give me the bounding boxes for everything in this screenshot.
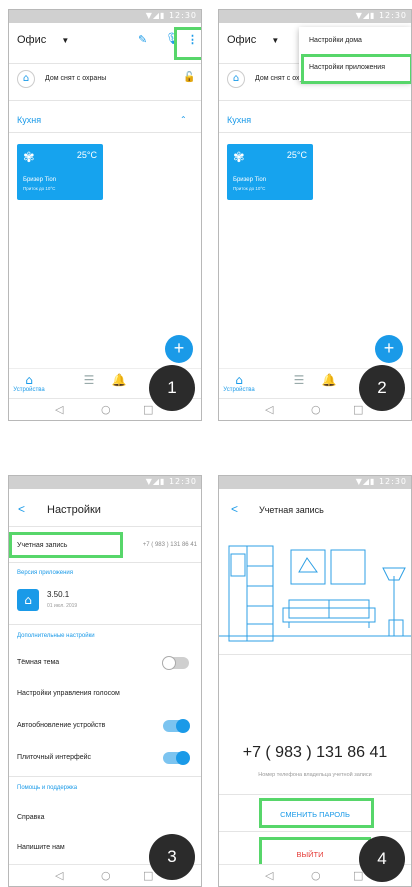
status-bar: ▼◢▮ 12:30 (9, 476, 201, 489)
tile-ui-label: Плиточный интерфейс (17, 754, 92, 761)
highlight-more-menu (174, 27, 201, 60)
device-tile[interactable]: ✾ 25°C Бризер Tion Приток до 10°C (17, 144, 103, 200)
help-row[interactable]: Справка (17, 814, 193, 821)
auto-update-label: Автообновление устройств (17, 722, 106, 729)
room-title: Кухня (227, 115, 252, 125)
bell-icon: 🔔 (111, 373, 127, 387)
tab-devices-label: Устройства (13, 387, 45, 393)
settings-title: Настройки (47, 504, 101, 516)
home-nav-icon[interactable]: ○ (311, 403, 321, 416)
step-badge-2: 2 (359, 365, 405, 411)
status-bar: ▼◢▮ 12:30 (219, 476, 411, 489)
recents-icon[interactable]: □ (143, 869, 153, 882)
chevron-down-icon: ▼ (271, 36, 280, 45)
home-title: Офис (17, 34, 47, 46)
tab-devices-label: Устройства (223, 387, 255, 393)
auto-update-row[interactable]: Автообновление устройств (17, 719, 193, 733)
back-arrow-icon[interactable]: < (18, 502, 25, 516)
highlight-change-password (259, 798, 374, 828)
menu-item-home-settings[interactable]: Настройки дома (299, 27, 411, 54)
screen-2: ▼◢▮ 12:30 Офис ▼ ⌂ Дом снят с охраны Кух… (218, 9, 412, 421)
tile-ui-row[interactable]: Плиточный интерфейс (17, 751, 193, 765)
tile-sub: Приток до 10°C (23, 186, 56, 191)
dark-theme-label: Тёмная тема (17, 659, 60, 666)
tile-name: Бризер Tion (233, 177, 267, 183)
back-arrow-icon[interactable]: < (231, 502, 238, 516)
status-icons: ▼◢▮ 12:30 (145, 11, 197, 20)
account-title: Учетная запись (259, 505, 324, 515)
status-bar: ▼◢▮ 12:30 (219, 10, 411, 23)
add-button[interactable]: + (375, 335, 403, 363)
back-icon[interactable]: ◁ (265, 869, 273, 882)
app-logo: ⌂ (17, 589, 39, 611)
back-icon[interactable]: ◁ (55, 869, 63, 882)
screen-4: ▼◢▮ 12:30 < Учетная запись +7 ( 983 ) 13… (218, 475, 412, 887)
app-version-date: 01 июл. 2019 (47, 603, 78, 609)
home-icon: ⌂ (17, 70, 35, 88)
auto-update-toggle[interactable] (163, 719, 190, 733)
bell-icon: 🔔 (321, 373, 337, 387)
recents-icon[interactable]: □ (143, 403, 153, 416)
tab-devices[interactable]: ⌂ Устройства (9, 373, 49, 393)
step-badge-1: 1 (149, 365, 195, 411)
back-icon[interactable]: ◁ (265, 403, 273, 416)
help-section: Помощь и поддержка (17, 785, 78, 791)
write-us-label: Напишите нам (17, 844, 65, 851)
room-title: Кухня (17, 115, 42, 125)
tab-notifications[interactable]: 🔔 (309, 373, 349, 387)
home-selector[interactable]: Офис ▼ (227, 34, 279, 46)
tab-notifications[interactable]: 🔔 (99, 373, 139, 387)
account-phone: +7 ( 983 ) 131 86 41 (142, 542, 197, 548)
step-badge-4: 4 (359, 836, 405, 882)
status-icons: ▼◢▮ 12:30 (355, 11, 407, 20)
voice-settings-label: Настройки управления голосом (17, 690, 120, 697)
voice-settings-row[interactable]: Настройки управления голосом (17, 690, 193, 697)
back-icon[interactable]: ◁ (55, 403, 63, 416)
tile-ui-toggle[interactable] (163, 751, 190, 765)
fan-icon: ✾ (23, 150, 35, 166)
screen-3: ▼◢▮ 12:30 < Настройки Учетная запись +7 … (8, 475, 202, 887)
status-icons: ▼◢▮ 12:30 (355, 477, 407, 486)
phone-caption: Номер телефона владельца учетной записи (258, 772, 372, 778)
tab-devices[interactable]: ⌂ Устройства (219, 373, 259, 393)
chevron-down-icon: ▼ (61, 36, 70, 45)
home-selector[interactable]: Офис ▼ (17, 34, 69, 46)
tile-name: Бризер Tion (23, 177, 57, 183)
status-bar: ▼◢▮ 12:30 (9, 10, 201, 23)
app-version: 3.50.1 (47, 590, 70, 599)
add-button[interactable]: + (165, 335, 193, 363)
screen-1: ▼◢▮ 12:30 Офис ▼ ✎ 🎙 ⋮ ⌂ Дом снят с охра… (8, 9, 202, 421)
tile-temp: 25°C (286, 150, 307, 160)
edit-icon[interactable]: ✎ (138, 33, 147, 46)
fan-icon: ✾ (233, 150, 245, 166)
home-nav-icon[interactable]: ○ (101, 869, 111, 882)
step-badge-3: 3 (149, 834, 195, 880)
highlight-account (9, 532, 123, 558)
tile-temp: 25°C (76, 150, 97, 160)
home-nav-icon[interactable]: ○ (311, 869, 321, 882)
recents-icon[interactable]: □ (353, 403, 363, 416)
help-label: Справка (17, 814, 45, 821)
tile-sub: Приток до 10°C (233, 186, 266, 191)
unlock-icon[interactable]: 🔓 (183, 72, 195, 83)
home-tab-icon: ⌂ (235, 373, 243, 387)
dark-theme-toggle[interactable] (162, 656, 189, 670)
highlight-app-settings (301, 54, 411, 84)
device-tile[interactable]: ✾ 25°C Бризер Tion Приток до 10°C (227, 144, 313, 200)
version-section: Версия приложения (17, 570, 73, 576)
home-icon: ⌂ (227, 70, 245, 88)
status-icons: ▼◢▮ 12:30 (145, 477, 197, 486)
dark-theme-row[interactable]: Тёмная тема (17, 656, 193, 670)
home-nav-icon[interactable]: ○ (101, 403, 111, 416)
home-tab-icon: ⌂ (25, 373, 33, 387)
security-status: Дом снят с охраны (45, 75, 107, 82)
phone-number: +7 ( 983 ) 131 86 41 (242, 744, 388, 761)
living-room-illustration (219, 545, 411, 642)
home-title: Офис (227, 34, 257, 46)
chevron-up-icon[interactable]: ⌃ (180, 115, 187, 124)
extra-settings-section: Дополнительные настройки (17, 633, 95, 639)
